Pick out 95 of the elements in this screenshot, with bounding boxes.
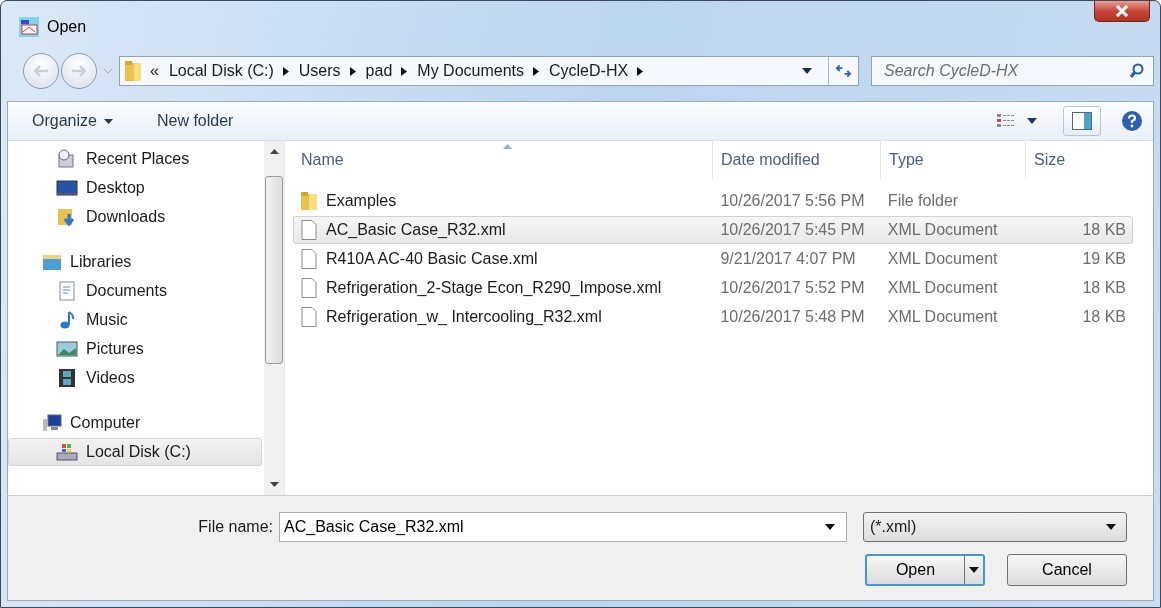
navigation-item[interactable]: Documents: [8, 277, 262, 305]
size-cell: 18 KB: [1082, 221, 1126, 239]
file-row[interactable]: AC_Basic Case_R32.xml 10/26/2017 5:45 PM XML Document 18 KB: [293, 216, 1133, 244]
search-field[interactable]: Search CycleD-HX: [871, 56, 1154, 86]
column-header[interactable]: Date modified: [713, 141, 881, 179]
app-icon: [19, 17, 39, 37]
navigation-item[interactable]: Pictures: [8, 335, 262, 363]
navigation-item[interactable]: Libraries: [8, 248, 262, 276]
dropdown-arrow-icon[interactable]: [802, 68, 812, 74]
folder-icon: [300, 191, 318, 211]
chevron-icon[interactable]: [637, 66, 644, 76]
navigation-item[interactable]: Computer: [8, 409, 262, 437]
file-row[interactable]: Refrigeration_w_ Intercooling_R32.xml 10/26/2017 5:48 PM XML Document 18 KB: [293, 303, 1133, 331]
pictures-icon: [56, 339, 78, 359]
navigation-item[interactable]: Music: [8, 306, 262, 334]
type-cell-text: File folder: [886, 191, 960, 211]
folder-icon: [124, 60, 142, 82]
scrollbar[interactable]: [264, 141, 284, 495]
type-cell-text: XML Document: [886, 220, 999, 240]
navigation-item[interactable]: Videos: [8, 364, 262, 392]
preview-pane-button[interactable]: [1063, 106, 1101, 136]
view-options-icon[interactable]: [997, 113, 1015, 129]
documents-icon: [56, 281, 78, 301]
close-button[interactable]: [1094, 1, 1150, 22]
close-icon: [1115, 5, 1129, 17]
computer-icon: [42, 414, 62, 432]
document-icon: [300, 249, 318, 269]
column-header[interactable]: Type: [881, 141, 1026, 179]
navigation-item[interactable]: Recent Places: [8, 145, 262, 173]
caret-icon: [103, 118, 113, 124]
refresh-icon: [835, 64, 852, 78]
file-name: Examples: [326, 192, 397, 210]
document-icon: [300, 220, 318, 240]
toolbar-button[interactable]: New folder: [146, 108, 244, 134]
preview-pane-icon: [1072, 112, 1092, 130]
file-name: R410A AC-40 Basic Case.xml: [326, 250, 538, 268]
breadcrumb[interactable]: Users: [298, 62, 341, 80]
scroll-up-icon[interactable]: [269, 149, 279, 154]
desktop-icon: [56, 178, 78, 198]
type-cell-text: XML Document: [886, 278, 999, 298]
file-type-dropdown[interactable]: (*.xml): [863, 512, 1127, 542]
file-name: Refrigeration_w_ Intercooling_R32.xml: [326, 308, 602, 326]
date-cell-text: 10/26/2017 5:45 PM: [719, 220, 866, 240]
breadcrumb[interactable]: Local Disk (C:): [168, 62, 274, 80]
breadcrumb[interactable]: pad: [365, 62, 393, 80]
size-cell: 18 KB: [1082, 308, 1126, 326]
library-folder-icon: [42, 253, 62, 271]
help-icon[interactable]: [1121, 110, 1143, 132]
date-cell-text: 10/26/2017 5:52 PM: [719, 278, 866, 298]
file-row[interactable]: Refrigeration_2-Stage Econ_R290_Impose.xml 10/26/2017 5:52 PM XML Document 18 KB: [293, 274, 1133, 302]
date-cell-text: 10/26/2017 5:56 PM: [719, 191, 866, 211]
file-row[interactable]: Examples 10/26/2017 5:56 PM File folder: [293, 187, 1133, 215]
window-title: Open: [47, 18, 87, 36]
dropdown-arrow-icon: [1106, 524, 1116, 530]
file-name: AC_Basic Case_R32.xml: [326, 221, 506, 239]
date-cell-text: 9/21/2017 4:07 PM: [719, 249, 857, 269]
breadcrumb[interactable]: CycleD-HX: [549, 62, 629, 80]
disk-icon: [56, 442, 78, 462]
type-cell-text: XML Document: [886, 307, 999, 327]
file-name: Refrigeration_2-Stage Econ_R290_Impose.xml: [326, 279, 662, 297]
column-header[interactable]: Name: [293, 141, 713, 179]
caret-icon: [969, 567, 979, 573]
chevron-icon[interactable]: [349, 66, 356, 76]
file-name-field[interactable]: AC_Basic Case_R32.xml: [279, 512, 847, 542]
column-header[interactable]: Size: [1026, 141, 1134, 179]
file-name-label: File name:: [198, 518, 273, 536]
chevron-icon[interactable]: [533, 66, 539, 76]
navigation-item[interactable]: Local Disk (C:): [8, 438, 262, 466]
sort-arrow-icon: [502, 144, 512, 149]
date-cell-text: 10/26/2017 5:48 PM: [719, 307, 866, 327]
videos-icon: [56, 368, 78, 388]
document-icon: [300, 307, 318, 327]
chevron-icon[interactable]: [401, 66, 408, 76]
scroll-down-icon[interactable]: [269, 482, 279, 487]
navigation-item[interactable]: Desktop: [8, 174, 262, 202]
scroll-thumb[interactable]: [265, 176, 283, 364]
search-icon: [1130, 63, 1144, 79]
type-cell-text: XML Document: [886, 249, 999, 269]
document-icon: [300, 278, 318, 298]
address-bar[interactable]: « Local Disk (C:) Users pad My Documents CycleD-HX: [119, 56, 859, 86]
size-cell: 18 KB: [1082, 279, 1126, 297]
breadcrumb[interactable]: My Documents: [417, 62, 524, 80]
right-arrow-icon: [71, 65, 87, 77]
left-arrow-icon: [33, 65, 49, 77]
open-options-button[interactable]: [965, 554, 985, 586]
dropdown-arrow-icon: [825, 524, 835, 530]
cancel-button[interactable]: Cancel: [1007, 554, 1127, 586]
file-row[interactable]: R410A AC-40 Basic Case.xml 9/21/2017 4:07 PM XML Document 19 KB: [293, 245, 1133, 273]
navigation-item[interactable]: Downloads: [8, 203, 262, 231]
overflow-chevron[interactable]: «: [150, 62, 159, 80]
open-button[interactable]: Open: [865, 554, 965, 586]
size-cell: 19 KB: [1082, 250, 1126, 268]
chevron-icon[interactable]: [282, 66, 289, 76]
caret-icon[interactable]: [1027, 118, 1037, 124]
toolbar-button[interactable]: Organize: [22, 108, 123, 134]
